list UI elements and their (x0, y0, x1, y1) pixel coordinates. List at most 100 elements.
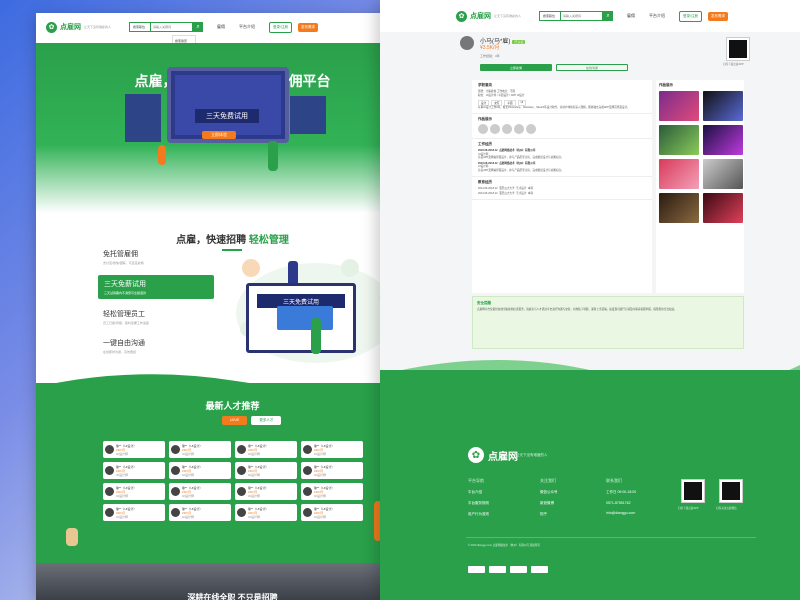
talent-name: 徐**（UI设计） (314, 443, 335, 448)
talent-card[interactable]: 徐**（UI设计） ¥3K/月 UI设计师 (169, 462, 231, 479)
talent-card[interactable]: 徐**（UI设计） ¥3K/月 UI设计师 (235, 441, 297, 458)
logo-slogan: 让天下没有难雇的人 (494, 14, 522, 18)
talent-card[interactable]: 徐**（UI设计） ¥3K/月 UI设计师 (103, 504, 165, 521)
safety-notice: 安全提醒 点雇网平台仅提供在线全职雇佣信息服务，请雇主与人才通过平台进行沟通与交… (472, 296, 744, 349)
talent-card[interactable]: 徐**（UI设计） ¥3K/月 UI设计师 (103, 462, 165, 479)
talent-card[interactable]: 徐**（UI设计） ¥3K/月 UI设计师 (235, 483, 297, 500)
talent-name: 徐**（UI设计） (314, 485, 335, 490)
talent-card[interactable]: 徐**（UI设计） ¥3K/月 UI设计师 (301, 441, 363, 458)
avatar (303, 445, 312, 454)
tab-ui[interactable]: UI/UE (222, 416, 248, 425)
talent-card[interactable]: 徐**（UI设计） ¥3K/月 UI设计师 (103, 483, 165, 500)
avatar (237, 466, 246, 475)
avatar (303, 508, 312, 517)
top-nav: ✿ 点雇网 让天下没有难雇的人 搜索职位 ⌕ 雇佣 平台介绍 登录/注册 发布需… (36, 13, 429, 53)
talent-card[interactable]: 徐**（UI设计） ¥3K/月 UI设计师 (301, 483, 363, 500)
portfolio-thumb[interactable] (659, 159, 699, 189)
publish-button[interactable]: 发布需求 (298, 22, 318, 32)
search-input[interactable] (151, 22, 194, 32)
talent-tag: UI设计师 (248, 493, 261, 498)
avatar (171, 445, 180, 454)
talent-tag: UI设计师 (248, 472, 261, 477)
tab-more[interactable]: 更多人才 (251, 416, 282, 425)
footer-badges (468, 566, 548, 573)
section2-title: 点雇，快速招聘 轻松管理 (176, 235, 289, 246)
talent-name: 徐**（UI设计） (314, 464, 335, 469)
talent-card[interactable]: 徐**（UI设计） ¥3K/月 UI设计师 (169, 483, 231, 500)
footer-link[interactable]: 知乎 (540, 512, 558, 517)
talent-tag: UI设计师 (182, 472, 195, 477)
logo[interactable]: ✿ 点雇网 让天下没有难雇的人 (46, 21, 111, 33)
footer-link[interactable]: 用户行为准则 (468, 512, 489, 517)
avatar (105, 445, 114, 454)
talent-name: 徐**（UI设计） (248, 506, 269, 511)
search-type-select[interactable]: 搜索职位 (539, 11, 562, 21)
feature-item[interactable]: 轻松管理员工 员工日报/周报，随时掌握工作进度 (103, 309, 183, 325)
nav-link-intro[interactable]: 平台介绍 (239, 24, 255, 30)
chat-button[interactable]: 在线沟通 (556, 64, 628, 71)
profile-salary: ¥3.5K/月 (480, 45, 500, 51)
logo[interactable]: ✿ 点雇网 让天下没有难雇的人 (456, 10, 522, 22)
edu-section: 教育经历 2014.06-2018.12 亚历山大大学 艺术设计 本科 2014… (472, 177, 652, 200)
bottom-slogan: 深耕在线全职 不只是招聘 (187, 593, 278, 600)
person-illustration (158, 145, 166, 165)
login-button[interactable]: 登录/注册 (269, 21, 292, 33)
footer-link[interactable]: 平台介绍 (468, 490, 489, 495)
talent-name: 徐**（UI设计） (116, 485, 137, 490)
section-title: 工作经历 (478, 142, 492, 146)
talent-name: 徐**（UI设计） (182, 485, 203, 490)
nav-link-hire[interactable]: 雇佣 (627, 13, 635, 19)
avatar (237, 508, 246, 517)
try-button[interactable]: 立即体验 (202, 131, 236, 139)
avatar (237, 487, 246, 496)
resume-nav: ✿ 点雇网 让天下没有难雇的人 搜索职位 ⌕ 雇佣 平台介绍 登录/注册 发布需… (380, 0, 800, 32)
talent-card[interactable]: 徐**（UI设计） ¥3K/月 UI设计师 (169, 441, 231, 458)
avatar (237, 445, 246, 454)
profile-header: 小马(马*雇) 已认证 ¥3.5K/月 工作经验：3年 立即雇佣 在线沟通 (460, 36, 735, 76)
search-icon[interactable]: ⌕ (603, 11, 614, 21)
talent-tag: UI设计师 (182, 514, 195, 519)
nav-link-intro[interactable]: 平台介绍 (649, 13, 665, 19)
email-link[interactable]: info@dianggu.com (606, 511, 636, 515)
search-input[interactable] (561, 11, 604, 21)
avatar (303, 487, 312, 496)
login-button[interactable]: 登录/注册 (679, 10, 702, 22)
portfolio-thumb[interactable] (703, 159, 743, 189)
avatar (171, 487, 180, 496)
search-icon[interactable]: ⌕ (193, 22, 204, 32)
resume-panel: ✿ 点雇网 让天下没有难雇的人 搜索职位 ⌕ 雇佣 平台介绍 登录/注册 发布需… (380, 0, 800, 600)
talent-card[interactable]: 徐**（UI设计） ¥3K/月 UI设计师 (235, 504, 297, 521)
portfolio-thumb[interactable] (703, 91, 743, 121)
talent-tag: UI设计师 (116, 514, 129, 519)
portfolio-sidebar: 作品展示 (656, 80, 744, 293)
section-title: 求职意向 (478, 83, 492, 87)
nav-link-hire[interactable]: 雇佣 (217, 24, 225, 30)
portfolio-thumb[interactable] (659, 193, 699, 223)
portfolio-thumb[interactable] (659, 91, 699, 121)
talent-tag: UI设计师 (248, 514, 261, 519)
footer-link[interactable]: 微信公众号 (540, 490, 558, 495)
portfolio-thumb[interactable] (703, 193, 743, 223)
portfolio-thumb[interactable] (659, 125, 699, 155)
footer-link[interactable]: 新浪微博 (540, 501, 558, 506)
feature-item-active[interactable]: 三天免薪试用 三天试用期内不满意可全额退款 (98, 275, 214, 299)
talent-card[interactable]: 徐**（UI设计） ¥3K/月 UI设计师 (169, 504, 231, 521)
talent-card[interactable]: 徐**（UI设计） ¥3K/月 UI设计师 (235, 462, 297, 479)
qr-code-icon (726, 37, 750, 61)
avatar (105, 487, 114, 496)
portfolio-thumb[interactable] (703, 125, 743, 155)
avatar (105, 466, 114, 475)
search-type-select[interactable]: 搜索职位 (129, 22, 152, 32)
talent-tag: UI设计师 (182, 493, 195, 498)
talent-name: 徐**（UI设计） (116, 506, 137, 511)
feature-item[interactable]: 一键自由沟通 在线即时沟通，高效便捷 (103, 338, 183, 354)
person-illustration (311, 318, 321, 354)
talent-card[interactable]: 徐**（UI设计） ¥3K/月 UI设计师 (301, 504, 363, 521)
footer-col-nav: 平台导航 平台介绍 平台服务规则 用户行为准则 (468, 478, 489, 517)
talent-card[interactable]: 徐**（UI设计） ¥3K/月 UI设计师 (103, 441, 165, 458)
talent-card[interactable]: 徐**（UI设计） ¥3K/月 UI设计师 (301, 462, 363, 479)
publish-button[interactable]: 发布需求 (708, 11, 728, 21)
hire-button[interactable]: 立即雇佣 (480, 64, 552, 71)
feature-item[interactable]: 免托管雇佣 支付宝/微信/银联，可直接雇佣 (103, 249, 183, 265)
footer-link[interactable]: 平台服务规则 (468, 501, 489, 506)
